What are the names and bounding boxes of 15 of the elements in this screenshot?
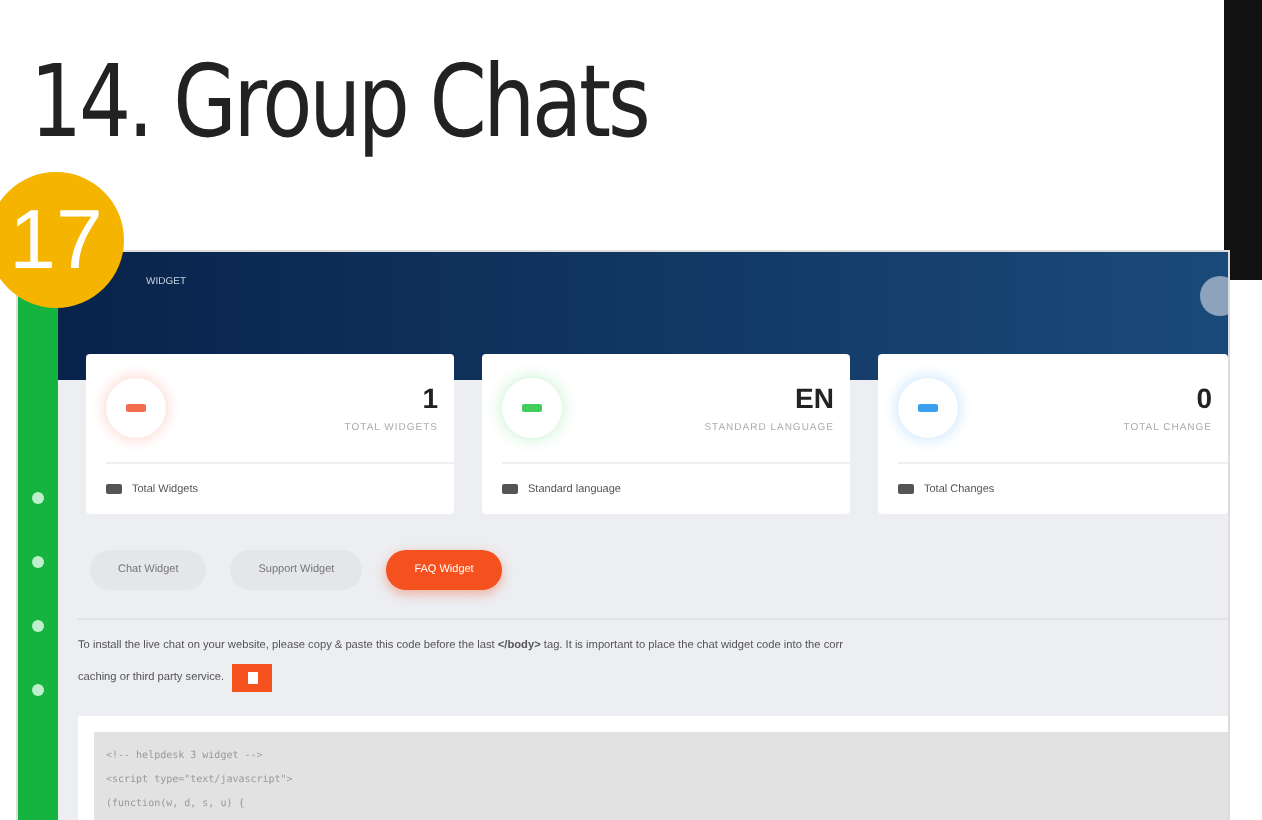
avatar[interactable] [1200,276,1228,316]
nav-icon[interactable] [32,492,44,504]
nav-icon[interactable] [32,620,44,632]
copy-icon [247,672,258,684]
widget-icon [898,484,914,494]
nav-icon[interactable] [32,556,44,568]
copy-button[interactable] [232,664,273,692]
stat-value: EN [795,382,834,414]
widget-icon [106,484,122,494]
slide-title: 14. Group Chats [30,44,648,160]
widget-icon [502,484,518,494]
stat-value: 1 [422,382,438,414]
stat-value: 0 [1196,382,1212,414]
number-badge: 17 [0,172,124,308]
nav-icon[interactable] [32,684,44,696]
